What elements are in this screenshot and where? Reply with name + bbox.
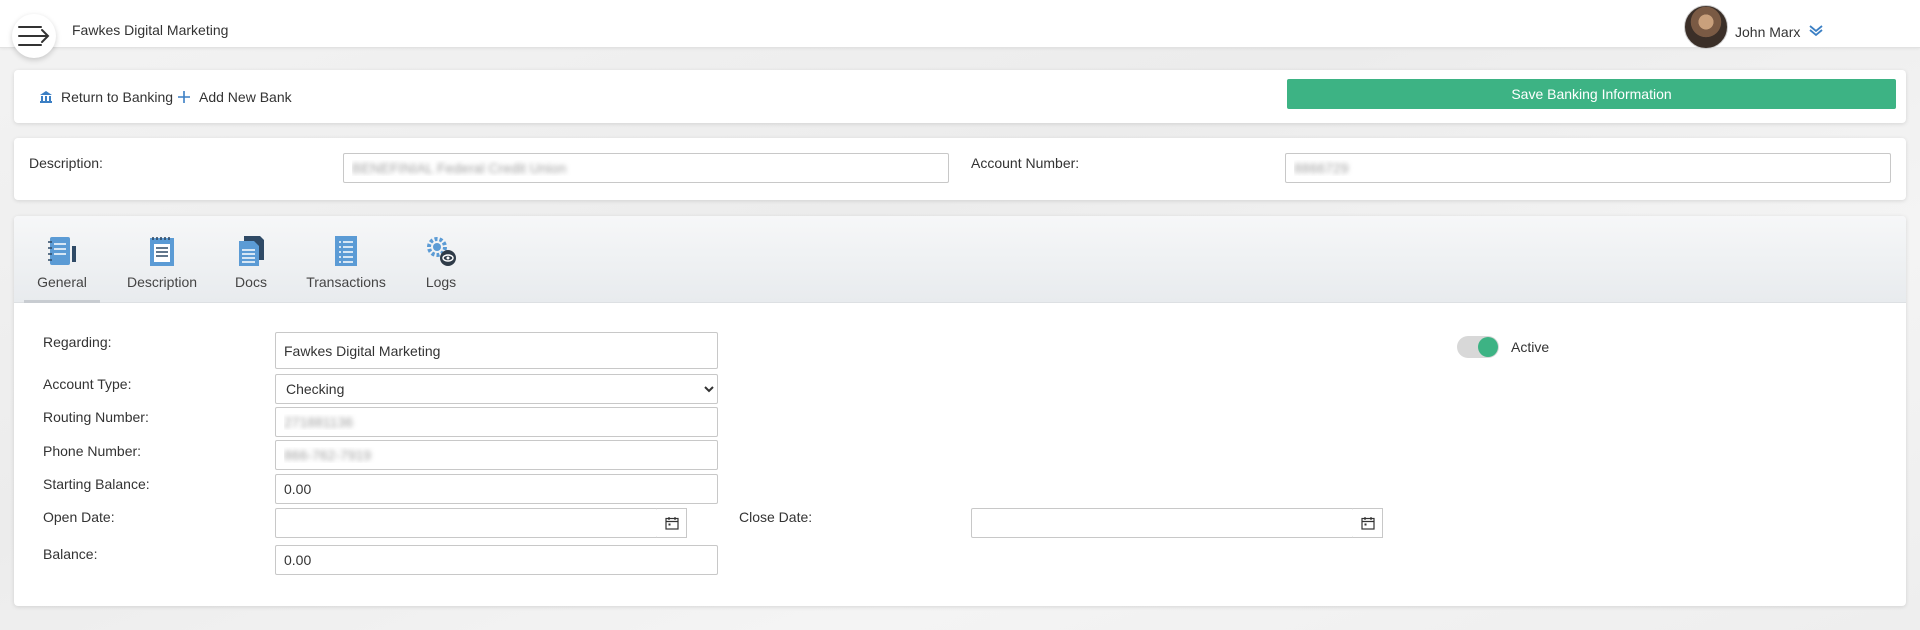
open-date-calendar-button[interactable] — [657, 508, 687, 538]
active-label: Active — [1511, 339, 1550, 355]
calendar-icon — [664, 517, 679, 530]
close-date-input[interactable] — [971, 508, 1354, 538]
tab-logs-label: Logs — [425, 274, 457, 290]
regarding-input[interactable] — [275, 332, 718, 369]
balance-label: Balance: — [43, 546, 98, 562]
chevron-down-icon[interactable] — [1808, 22, 1824, 38]
menu-toggle-button[interactable] — [12, 14, 56, 58]
notepad-icon — [150, 237, 174, 266]
plus-icon — [178, 91, 190, 103]
return-to-banking-link[interactable]: Return to Banking — [39, 89, 173, 105]
phone-number-label: Phone Number: — [43, 443, 142, 459]
bank-detail-card: General Description Docs Transactions Lo… — [14, 216, 1906, 606]
tab-description-label: Description — [126, 274, 198, 290]
tab-general-label: General — [37, 274, 87, 290]
tab-transactions[interactable]: Transactions — [302, 234, 390, 290]
balance-input[interactable] — [275, 545, 718, 575]
open-date-input[interactable] — [275, 508, 658, 538]
documents-icon — [239, 236, 264, 266]
close-date-label: Close Date: — [739, 509, 813, 525]
tab-transactions-label: Transactions — [306, 274, 386, 290]
add-new-bank-link[interactable]: Add New Bank — [177, 89, 292, 105]
account-number-label: Account Number: — [971, 155, 1080, 171]
menu-arrow-icon — [18, 26, 50, 46]
user-name[interactable]: John Marx — [1735, 24, 1800, 40]
gear-eye-icon — [427, 237, 456, 266]
account-type-label: Account Type: — [43, 376, 132, 392]
routing-number-input[interactable] — [275, 407, 718, 437]
tab-docs-label: Docs — [235, 274, 267, 290]
active-toggle-knob — [1478, 337, 1498, 357]
tab-general[interactable]: General — [36, 234, 88, 290]
list-icon — [335, 236, 357, 266]
tab-description[interactable]: Description — [120, 234, 204, 290]
notebook-icon — [48, 237, 76, 265]
starting-balance-label: Starting Balance: — [43, 476, 150, 492]
starting-balance-input[interactable] — [275, 474, 718, 504]
phone-number-input[interactable] — [275, 440, 718, 470]
return-to-banking-label: Return to Banking — [61, 89, 174, 105]
active-toggle[interactable] — [1457, 336, 1499, 358]
description-input[interactable] — [343, 153, 949, 183]
close-date-calendar-button[interactable] — [1353, 508, 1383, 538]
bank-icon — [40, 91, 52, 103]
routing-number-label: Routing Number: — [43, 409, 149, 425]
open-date-label: Open Date: — [43, 509, 115, 525]
top-bar: Fawkes Digital Marketing John Marx — [0, 0, 1920, 58]
description-label: Description: — [29, 155, 103, 171]
actions-card: Return to Banking Add New Bank Save Bank… — [14, 70, 1906, 123]
tab-logs[interactable]: Logs — [418, 234, 464, 290]
account-type-select[interactable]: Checking — [275, 374, 718, 404]
active-tab-indicator — [24, 300, 100, 303]
avatar[interactable] — [1684, 5, 1728, 49]
company-title: Fawkes Digital Marketing — [72, 22, 229, 38]
account-number-input[interactable] — [1285, 153, 1891, 183]
save-banking-button[interactable]: Save Banking Information — [1287, 79, 1896, 109]
tab-bar: General Description Docs Transactions Lo… — [14, 216, 1906, 303]
add-new-bank-label: Add New Bank — [199, 89, 292, 105]
regarding-label: Regarding: — [43, 334, 112, 350]
calendar-icon — [1360, 517, 1375, 530]
summary-card: Description: Account Number: — [14, 138, 1906, 200]
tab-docs[interactable]: Docs — [228, 234, 274, 290]
